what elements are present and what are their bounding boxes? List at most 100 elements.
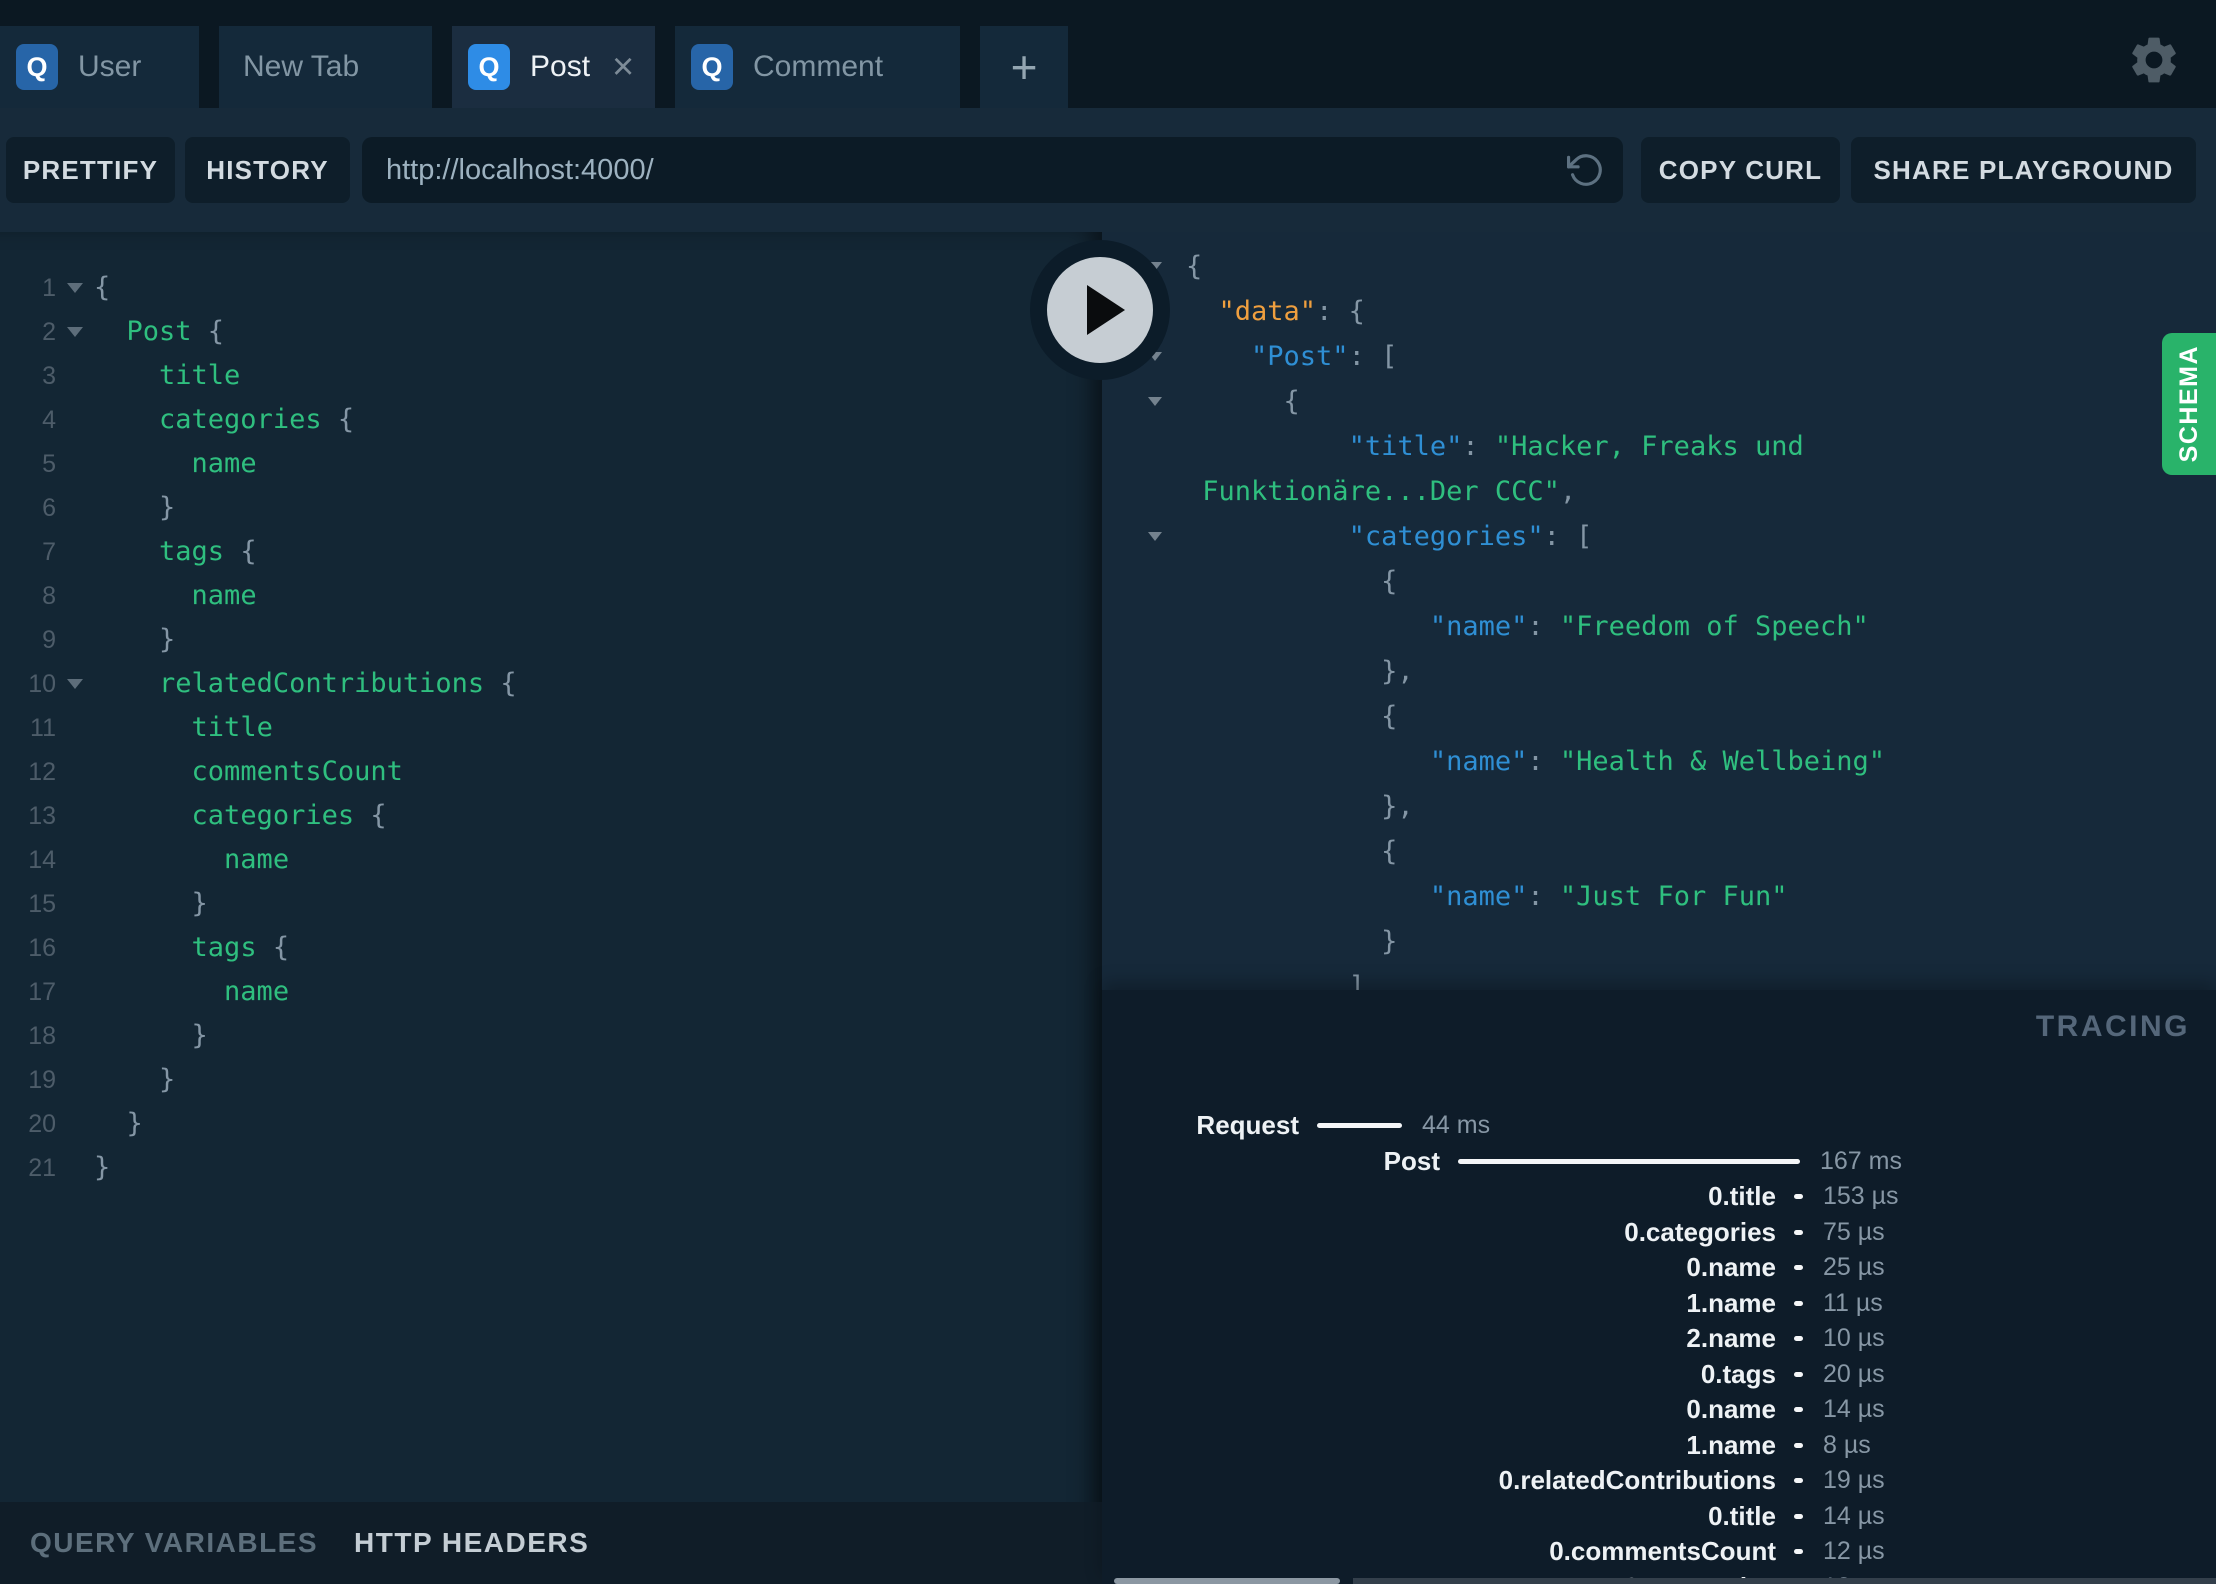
response-line: "categories": [: [1102, 514, 2216, 559]
editor-line[interactable]: 14 name: [0, 838, 1102, 882]
tracing-row-time: 14 µs: [1823, 1395, 1885, 1424]
tracing-row-time: 10 µs: [1823, 1324, 1885, 1353]
fold-arrow-icon[interactable]: [1140, 532, 1170, 541]
editor-line[interactable]: 18 }: [0, 1014, 1102, 1058]
code-text: title: [159, 360, 241, 391]
line-number: 12: [28, 757, 56, 786]
history-button[interactable]: HISTORY: [185, 137, 350, 203]
close-icon[interactable]: ×: [612, 48, 634, 86]
tracing-row-time: 14 µs: [1823, 1501, 1885, 1530]
tracing-duration-bar: [1794, 1265, 1803, 1271]
tracing-title: TRACING: [2035, 1010, 2190, 1043]
response-line: }: [1102, 919, 2216, 964]
tab-post-active[interactable]: Q Post ×: [452, 26, 655, 108]
tracing-row-label: 0.commentsCount: [1549, 1536, 1776, 1567]
response-line: "name": "Freedom of Speech": [1102, 604, 2216, 649]
tab-new-tab[interactable]: New Tab: [219, 26, 432, 108]
tracing-row-label: 0.title: [1708, 1181, 1776, 1212]
editor-line[interactable]: 8 name: [0, 574, 1102, 618]
code-text: "name": "Just For Fun": [1429, 881, 1788, 912]
editor-line[interactable]: 3 title: [0, 354, 1102, 398]
query-variables-tab[interactable]: QUERY VARIABLES: [30, 1527, 318, 1559]
tracing-duration-bar: [1794, 1549, 1803, 1555]
tracing-row-time: 153 µs: [1823, 1182, 1899, 1211]
tracing-row-label: 0.name: [1686, 1394, 1776, 1425]
response-line: "name": "Health & Wellbeing": [1102, 739, 2216, 784]
tab-label: Post: [530, 50, 591, 83]
tracing-duration-bar: [1794, 1371, 1803, 1377]
code-text: {: [1381, 566, 1398, 597]
code-text: }: [94, 1152, 111, 1183]
code-text: Funktionäre...Der CCC",: [1202, 476, 1577, 507]
plus-icon: +: [1010, 41, 1038, 93]
line-number: 6: [42, 493, 56, 522]
code-text: "categories": [: [1348, 521, 1593, 552]
settings-button[interactable]: [2126, 32, 2182, 88]
tracing-row: 0.relatedContributions 19 µs: [1102, 1463, 2216, 1499]
editor-line[interactable]: 1{: [0, 266, 1102, 310]
fold-arrow-icon[interactable]: [56, 679, 94, 689]
code-text: }: [191, 1020, 208, 1051]
code-text: tags {: [191, 932, 290, 963]
tab-comment[interactable]: Q Comment: [675, 26, 960, 108]
editor-line[interactable]: 7 tags {: [0, 530, 1102, 574]
execute-query-button[interactable]: [1030, 240, 1170, 380]
tracing-duration-bar: [1794, 1513, 1803, 1519]
line-number: 2: [42, 317, 56, 346]
tracing-scrollbar-track[interactable]: [1353, 1578, 2216, 1584]
tab-bar: Q User New Tab Q Post × Q Comment +: [0, 0, 2216, 108]
editor-line[interactable]: 11 title: [0, 706, 1102, 750]
editor-line[interactable]: 5 name: [0, 442, 1102, 486]
prettify-button[interactable]: PRETTIFY: [6, 137, 175, 203]
query-editor[interactable]: 1{2 Post {3 title 4 categories {5 name 6 }…: [0, 266, 1102, 1190]
response-line: },: [1102, 649, 2216, 694]
schema-side-tab[interactable]: SCHEMA: [2162, 333, 2216, 475]
line-number: 16: [28, 933, 56, 962]
tracing-row: 0.categories 75 µs: [1102, 1215, 2216, 1251]
fold-arrow-icon[interactable]: [56, 327, 94, 337]
response-line: "data": {: [1102, 289, 2216, 334]
line-number: 18: [28, 1021, 56, 1050]
response-line: },: [1102, 784, 2216, 829]
code-text: {: [1186, 251, 1203, 282]
graphql-playground: Q User New Tab Q Post × Q Comment + PRET…: [0, 0, 2216, 1584]
code-text: tags {: [159, 536, 257, 567]
tracing-row: Post 167 ms: [1102, 1144, 2216, 1180]
code-text: categories {: [191, 800, 387, 831]
reload-icon[interactable]: [1567, 151, 1605, 189]
fold-arrow-icon[interactable]: [56, 283, 94, 293]
editor-line[interactable]: 4 categories {: [0, 398, 1102, 442]
fold-arrow-icon[interactable]: [1140, 397, 1170, 406]
tracing-row: 0.name 25 µs: [1102, 1250, 2216, 1286]
editor-line[interactable]: 12 commentsCount: [0, 750, 1102, 794]
editor-line[interactable]: 16 tags {: [0, 926, 1102, 970]
response-line: {: [1102, 379, 2216, 424]
line-number: 7: [42, 537, 56, 566]
share-playground-button[interactable]: SHARE PLAYGROUND: [1851, 137, 2196, 203]
editor-line[interactable]: 17 name: [0, 970, 1102, 1014]
line-number: 13: [28, 801, 56, 830]
editor-line[interactable]: 19 }: [0, 1058, 1102, 1102]
line-number: 9: [42, 625, 56, 654]
tracing-duration-bar: [1794, 1336, 1803, 1342]
http-headers-tab[interactable]: HTTP HEADERS: [354, 1527, 589, 1559]
tab-user[interactable]: Q User: [0, 26, 199, 108]
editor-line[interactable]: 10 relatedContributions {: [0, 662, 1102, 706]
toolbar: PRETTIFY HISTORY COPY CURL SHARE PLAYGRO…: [0, 108, 2216, 232]
editor-line[interactable]: 20 }: [0, 1102, 1102, 1146]
add-tab-button[interactable]: +: [980, 26, 1068, 108]
code-text: }: [159, 624, 176, 655]
editor-line[interactable]: 2 Post {: [0, 310, 1102, 354]
code-text: {: [94, 272, 111, 303]
tracing-scrollbar-thumb[interactable]: [1114, 1578, 1340, 1584]
tracing-row: 0.title 14 µs: [1102, 1499, 2216, 1535]
editor-line[interactable]: 21}: [0, 1146, 1102, 1190]
editor-line[interactable]: 9 }: [0, 618, 1102, 662]
endpoint-url-input[interactable]: [362, 153, 1623, 187]
code-text: ]: [1348, 971, 1365, 990]
editor-line[interactable]: 6 }: [0, 486, 1102, 530]
editor-line[interactable]: 13 categories {: [0, 794, 1102, 838]
tracing-row-label: 0.relatedContributions: [1498, 1465, 1776, 1496]
editor-line[interactable]: 15 }: [0, 882, 1102, 926]
copy-curl-button[interactable]: COPY CURL: [1641, 137, 1840, 203]
